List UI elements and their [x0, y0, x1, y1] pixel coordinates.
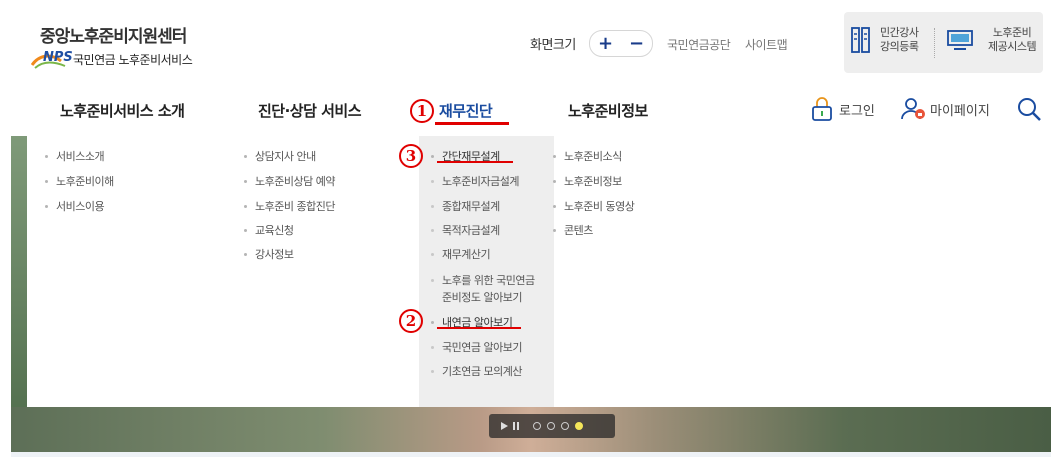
menu-retirement-news[interactable]: 노후준비소식	[553, 148, 622, 164]
nps-mark-text: NPS	[43, 50, 73, 65]
mypage-link[interactable]: 마이페이지	[900, 96, 990, 122]
annotation-badge-1: 1	[410, 99, 434, 123]
provider-system-label: 노후준비 제공시스템	[988, 26, 1037, 53]
menu-branch-info[interactable]: 상담지사 안내	[244, 148, 316, 164]
mega-menu: 서비스소개 노후준비이해 서비스이용 상담지사 안내 노후준비상담 예약 노후준…	[27, 136, 1051, 407]
menu-basic-pension-simulation[interactable]: 기초연금 모의계산	[431, 363, 522, 379]
menu-financial-calculator[interactable]: 재무계산기	[431, 246, 491, 262]
nav-retirement-info[interactable]: 노후준비정보	[568, 100, 648, 121]
nps-link[interactable]: 국민연금공단	[667, 36, 731, 53]
page-frame: 중앙노후준비지원센터 NPS 국민연금 노후준비서비스 화면크기 + − 국민연…	[11, 0, 1051, 452]
monitor-icon	[947, 30, 973, 50]
nps-service-name: 국민연금 노후준비서비스	[73, 52, 193, 67]
annotation-badge-2: 2	[399, 309, 423, 333]
util-separator	[934, 28, 935, 58]
nav-active-underline	[435, 122, 509, 125]
annotation-underline-simple-plan	[437, 161, 513, 163]
page-bottom-strip	[11, 452, 1051, 457]
login-link[interactable]: 로그인	[811, 96, 875, 122]
slide-dot[interactable]	[533, 422, 541, 430]
site-header: 중앙노후준비지원센터 NPS 국민연금 노후준비서비스 화면크기 + − 국민연…	[11, 0, 1051, 87]
provider-system-link[interactable]: 노후준비 제공시스템	[946, 26, 1037, 54]
zoom-control: + −	[589, 30, 653, 57]
menu-comprehensive-financial-plan[interactable]: 종합재무설계	[431, 198, 500, 214]
annotation-badge-3: 3	[399, 144, 423, 168]
hero-slider-controls	[489, 414, 615, 438]
zoom-out-button[interactable]: −	[629, 34, 644, 53]
zoom-label: 화면크기	[530, 38, 576, 53]
menu-retirement-video[interactable]: 노후준비 동영상	[553, 198, 635, 214]
menu-pension-readiness[interactable]: 노후를 위한 국민연금 준비정도 알아보기	[431, 272, 535, 306]
menu-contents[interactable]: 콘텐츠	[553, 222, 593, 238]
menu-lecturer-info[interactable]: 강사정보	[244, 246, 294, 262]
nav-diagnosis-counsel[interactable]: 진단·상담 서비스	[258, 100, 362, 121]
main-nav: 노후준비서비스 소개 진단·상담 서비스 재무진단 노후준비정보 로그인 마이페…	[11, 86, 1051, 136]
sitemap-link[interactable]: 사이트맵	[745, 36, 788, 53]
slide-dot-active[interactable]	[575, 422, 583, 430]
nav-service-intro[interactable]: 노후준비서비스 소개	[60, 100, 185, 121]
search-icon	[1018, 98, 1041, 121]
nav-financial-diagnosis[interactable]: 재무진단	[439, 100, 493, 121]
login-label: 로그인	[839, 103, 875, 119]
menu-retirement-info[interactable]: 노후준비정보	[553, 173, 622, 189]
menu-retirement-fund-plan[interactable]: 노후준비자금설계	[431, 173, 519, 189]
slide-dot[interactable]	[547, 422, 555, 430]
lecturer-register-label: 민간강사 강의등록	[880, 26, 919, 53]
lock-icon	[812, 97, 832, 121]
document-icon	[851, 27, 870, 53]
menu-education-apply[interactable]: 교육신청	[244, 222, 294, 238]
menu-comprehensive-diagnosis[interactable]: 노후준비 종합진단	[244, 198, 335, 214]
zoom-in-button[interactable]: +	[598, 34, 613, 53]
menu-service-intro[interactable]: 서비스소개	[45, 148, 105, 164]
nps-logo-icon: NPS	[31, 49, 73, 69]
user-icon	[901, 98, 925, 120]
search-button[interactable]	[1016, 96, 1042, 122]
play-icon[interactable]	[501, 422, 508, 430]
nps-logo[interactable]: NPS 국민연금 노후준비서비스	[31, 49, 193, 69]
hero-image-edge	[11, 136, 27, 452]
menu-purpose-fund-plan[interactable]: 목적자금설계	[431, 222, 500, 238]
lecturer-register-link[interactable]: 민간강사 강의등록	[850, 26, 919, 54]
menu-retirement-understanding[interactable]: 노후준비이해	[45, 173, 114, 189]
menu-national-pension-check[interactable]: 국민연금 알아보기	[431, 339, 522, 355]
mypage-label: 마이페이지	[930, 103, 990, 119]
annotation-underline-my-pension	[437, 327, 521, 329]
util-box: 민간강사 강의등록 노후준비 제공시스템	[844, 12, 1043, 73]
menu-counsel-reservation[interactable]: 노후준비상담 예약	[244, 173, 335, 189]
slide-dot[interactable]	[561, 422, 569, 430]
menu-service-use[interactable]: 서비스이용	[45, 198, 105, 214]
org-title[interactable]: 중앙노후준비지원센터	[40, 22, 187, 47]
pause-icon[interactable]	[513, 422, 519, 430]
